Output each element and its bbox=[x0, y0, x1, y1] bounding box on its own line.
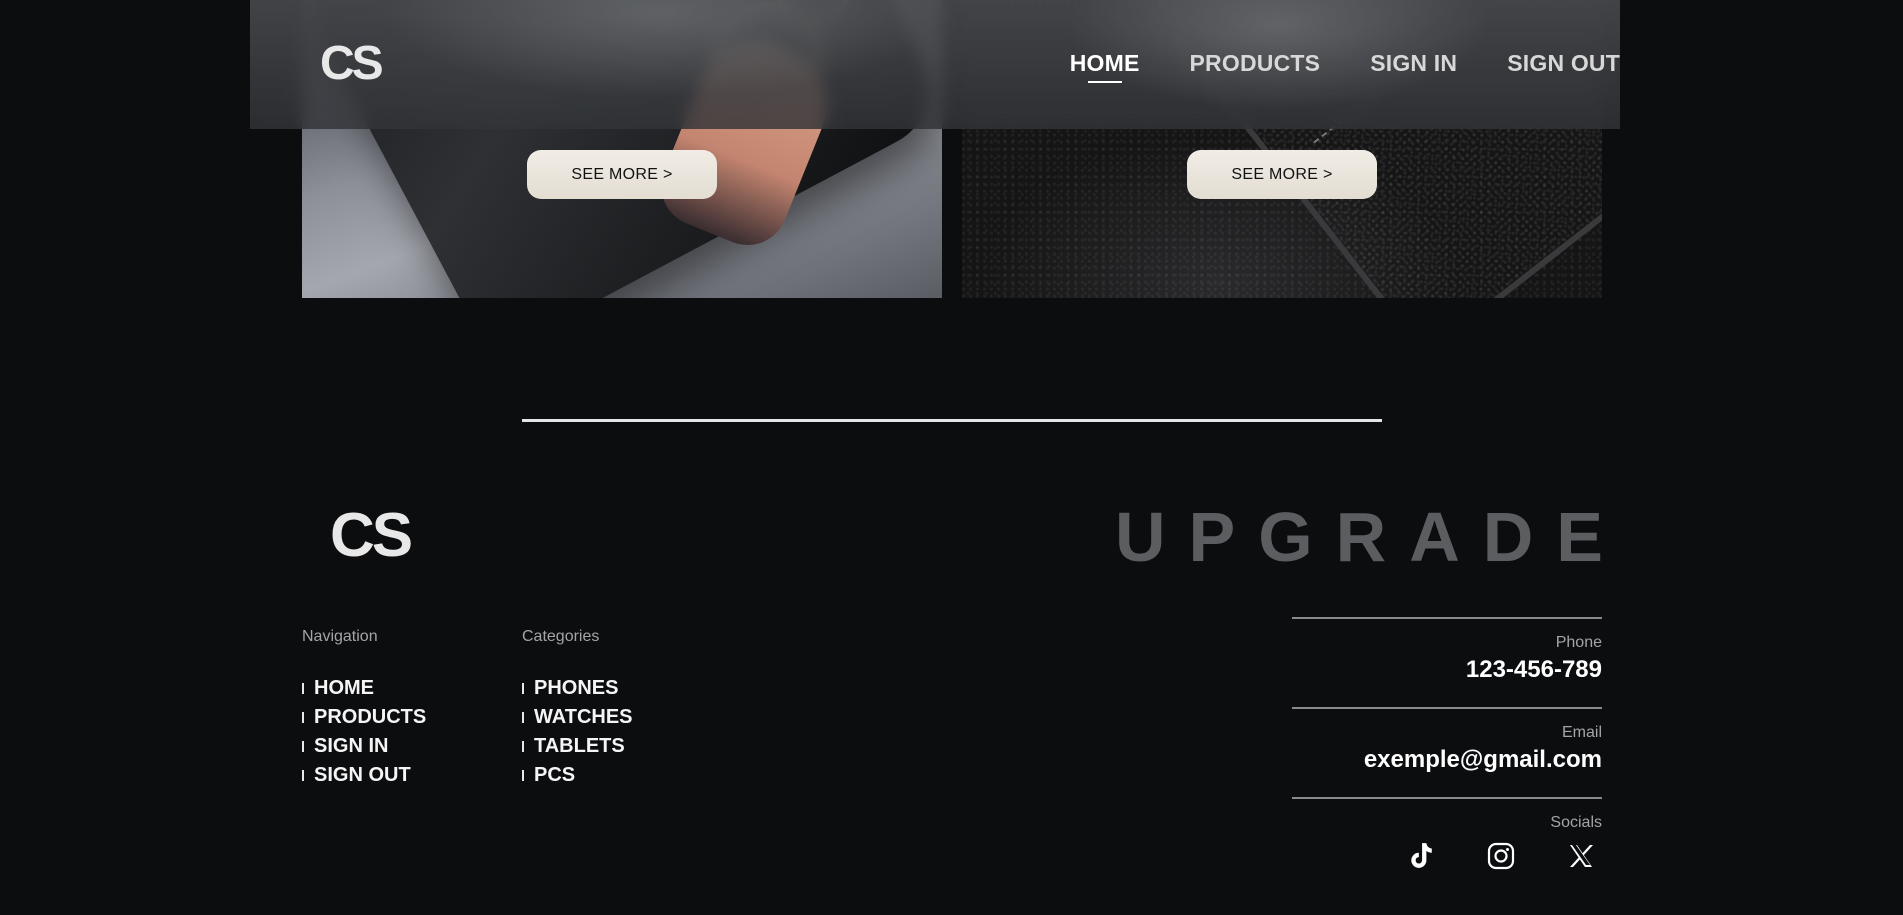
header: CS HOME PRODUCTS SIGN IN SIGN OUT bbox=[250, 0, 1620, 129]
contact-divider bbox=[1292, 707, 1602, 709]
email-label: Email bbox=[1561, 724, 1602, 741]
logo[interactable]: CS bbox=[320, 40, 384, 88]
navigation-title: Navigation bbox=[302, 628, 378, 645]
category-tablets[interactable]: TABLETS bbox=[522, 732, 633, 761]
nav-sign-out[interactable]: SIGN OUT bbox=[1507, 50, 1620, 77]
see-more-button[interactable]: SEE MORE > bbox=[1187, 150, 1377, 199]
footer-tagline: UPGRADE bbox=[1114, 498, 1626, 576]
tiktok-icon[interactable] bbox=[1401, 838, 1441, 874]
footer-navigation: Navigation HOME PRODUCTS SIGN IN SIGN OU… bbox=[302, 628, 426, 790]
contact-email: Email exemple@gmail.com bbox=[1292, 724, 1602, 774]
footer-nav-sign-out[interactable]: SIGN OUT bbox=[302, 761, 426, 790]
social-links bbox=[1401, 838, 1601, 874]
nav-home[interactable]: HOME bbox=[1070, 50, 1140, 83]
instagram-icon[interactable] bbox=[1481, 838, 1521, 874]
footer-nav-products[interactable]: PRODUCTS bbox=[302, 703, 426, 732]
email-value[interactable]: exemple@gmail.com bbox=[1292, 746, 1602, 774]
contact-divider bbox=[1292, 797, 1602, 799]
phone-value[interactable]: 123-456-789 bbox=[1292, 656, 1602, 684]
categories-title: Categories bbox=[522, 628, 600, 645]
contact-divider bbox=[1292, 617, 1602, 619]
category-pcs[interactable]: PCS bbox=[522, 761, 633, 790]
footer-categories: Categories PHONES WATCHES TABLETS PCS bbox=[522, 628, 633, 790]
main-nav: HOME PRODUCTS SIGN IN SIGN OUT bbox=[1070, 50, 1620, 83]
socials-label: Socials bbox=[1550, 814, 1602, 831]
footer-logo[interactable]: CS bbox=[330, 505, 413, 567]
category-watches[interactable]: WATCHES bbox=[522, 703, 633, 732]
section-divider bbox=[522, 419, 1382, 422]
nav-sign-in[interactable]: SIGN IN bbox=[1370, 50, 1457, 77]
see-more-button[interactable]: SEE MORE > bbox=[527, 150, 717, 199]
contact-phone: Phone 123-456-789 bbox=[1292, 634, 1602, 684]
footer-nav-sign-in[interactable]: SIGN IN bbox=[302, 732, 426, 761]
footer-nav-home[interactable]: HOME bbox=[302, 674, 426, 703]
phone-label: Phone bbox=[1555, 634, 1602, 651]
nav-products[interactable]: PRODUCTS bbox=[1190, 50, 1321, 77]
x-icon[interactable] bbox=[1561, 838, 1601, 874]
category-phones[interactable]: PHONES bbox=[522, 674, 633, 703]
contact-socials: Socials bbox=[1292, 814, 1602, 832]
